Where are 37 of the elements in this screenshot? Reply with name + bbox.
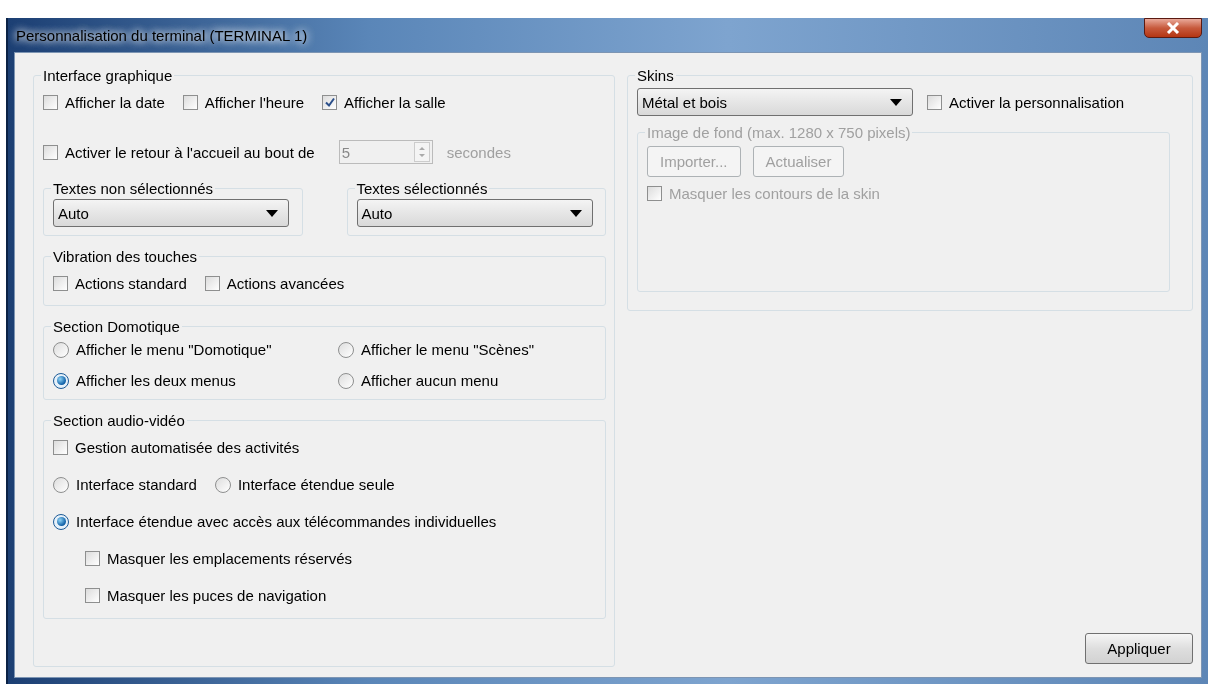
radio-button[interactable]: Afficher aucun menu bbox=[338, 372, 597, 389]
checkbox[interactable]: Actions standard bbox=[53, 274, 187, 292]
radio-button[interactable]: Afficher les deux menus bbox=[53, 372, 338, 389]
radio-button[interactable]: Afficher le menu "Scènes" bbox=[338, 341, 597, 358]
checkmark-icon bbox=[323, 96, 336, 108]
group-title: Section Domotique bbox=[52, 318, 181, 335]
dropdown[interactable]: Auto bbox=[53, 199, 289, 227]
checkbox[interactable]: Actions avancées bbox=[204, 274, 345, 292]
close-button[interactable] bbox=[1144, 18, 1202, 38]
checkbox[interactable]: Afficher la date bbox=[43, 93, 165, 111]
close-icon bbox=[1166, 22, 1180, 34]
checkbox[interactable]: Masquer les emplacements réservés bbox=[85, 550, 353, 567]
apply-button[interactable]: Appliquer bbox=[1085, 633, 1193, 664]
group-title: Vibration des touches bbox=[52, 248, 198, 265]
group-title: Interface graphique bbox=[42, 67, 174, 84]
group-title: Textes non sélectionnés bbox=[52, 180, 215, 197]
group-title: Textes sélectionnés bbox=[355, 180, 489, 197]
checkbox[interactable]: Afficher l'heure bbox=[182, 93, 305, 111]
checkbox[interactable]: Afficher la salle bbox=[322, 93, 446, 111]
checkbox[interactable]: Gestion automatisée des activités bbox=[53, 439, 300, 456]
window-title: Personnalisation du terminal (TERMINAL 1) bbox=[15, 26, 308, 44]
spinner-icon bbox=[413, 142, 430, 162]
radio-button[interactable]: Afficher le menu "Domotique" bbox=[53, 341, 338, 358]
radio-button[interactable]: Interface standard bbox=[53, 476, 197, 493]
group-title: Image de fond (max. 1280 x 750 pixels) bbox=[646, 124, 912, 141]
caret-icon bbox=[890, 98, 902, 106]
caret-icon bbox=[266, 209, 278, 217]
group-title: Skins bbox=[636, 67, 675, 84]
unit-label: secondes bbox=[446, 143, 511, 161]
dropdown[interactable]: Métal et bois bbox=[637, 88, 913, 116]
checkbox[interactable]: Masquer les puces de navigation bbox=[85, 587, 327, 604]
caret-icon bbox=[569, 209, 582, 217]
group-title: Section audio-vidéo bbox=[52, 412, 186, 429]
radio-button[interactable]: Interface étendue avec accès aux télécommandes individuelles bbox=[53, 513, 497, 530]
checkbox[interactable]: Activer la personnalisation bbox=[927, 93, 1125, 111]
dropdown[interactable]: Auto bbox=[356, 199, 593, 227]
radio-button[interactable]: Interface étendue seule bbox=[214, 476, 395, 493]
